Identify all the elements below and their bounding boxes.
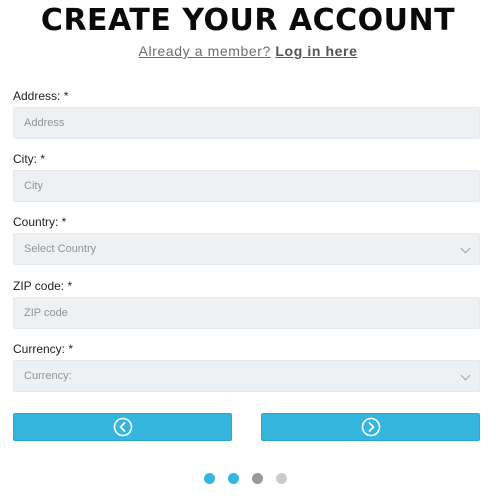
next-button[interactable] bbox=[261, 413, 480, 441]
currency-label: Currency: * bbox=[13, 342, 74, 356]
chevron-down-icon bbox=[460, 243, 471, 254]
pagination-dot-4[interactable] bbox=[276, 473, 287, 484]
member-text: Already a member? bbox=[138, 43, 271, 59]
page-title: CREATE YOUR ACCOUNT bbox=[40, 3, 456, 38]
address-label: Address: * bbox=[13, 89, 69, 103]
pagination-dot-2[interactable] bbox=[228, 473, 239, 484]
chevron-right-circle-icon bbox=[361, 417, 380, 437]
country-select-value: Select Country bbox=[24, 243, 97, 255]
pagination-dot-3[interactable] bbox=[252, 473, 263, 484]
currency-select[interactable]: Currency: bbox=[13, 360, 480, 392]
city-input[interactable] bbox=[13, 170, 480, 202]
zip-input[interactable] bbox=[13, 297, 480, 329]
pagination-dot-1[interactable] bbox=[204, 473, 215, 484]
city-field-group: City: * bbox=[13, 152, 480, 202]
chevron-down-icon bbox=[460, 370, 471, 381]
chevron-left-circle-icon bbox=[113, 417, 132, 437]
address-input[interactable] bbox=[13, 107, 480, 139]
city-label: City: * bbox=[13, 152, 46, 166]
previous-button[interactable] bbox=[13, 413, 232, 441]
zip-field-group: ZIP code: * bbox=[13, 279, 480, 329]
country-label: Country: * bbox=[13, 215, 67, 229]
login-link[interactable]: Log in here bbox=[275, 43, 357, 59]
zip-label: ZIP code: * bbox=[13, 279, 73, 293]
pagination-dots bbox=[204, 473, 294, 485]
country-select[interactable]: Select Country bbox=[13, 233, 480, 265]
currency-field-group: Currency: * Currency: bbox=[13, 342, 480, 392]
address-field-group: Address: * bbox=[13, 89, 480, 139]
currency-select-value: Currency: bbox=[24, 370, 72, 382]
member-prompt: Already a member? Log in here bbox=[0, 43, 496, 59]
country-field-group: Country: * Select Country bbox=[13, 215, 480, 265]
